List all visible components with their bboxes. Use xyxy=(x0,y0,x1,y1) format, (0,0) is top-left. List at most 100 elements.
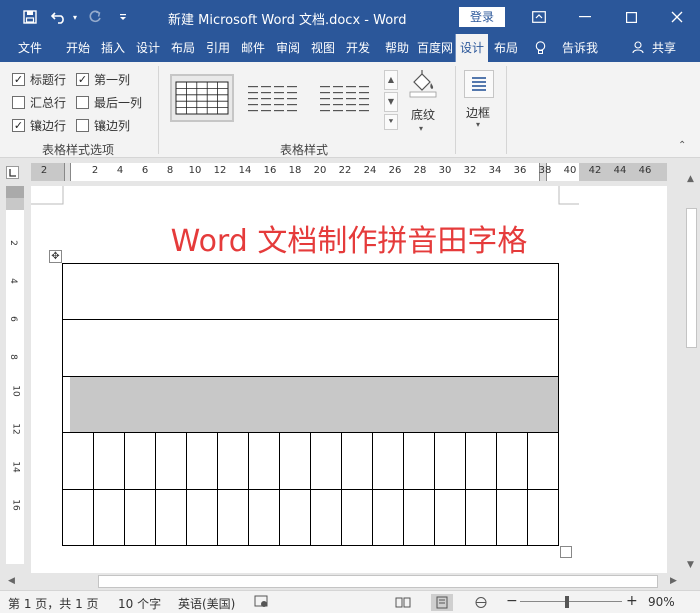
tab-review[interactable]: 审阅 xyxy=(271,34,305,62)
option-first-column[interactable]: ✓ 第一列 xyxy=(76,71,130,88)
undo-dropdown-icon[interactable]: ▾ xyxy=(70,0,80,34)
lightbulb-icon[interactable] xyxy=(532,34,548,62)
tab-mailings[interactable]: 邮件 xyxy=(236,34,270,62)
scroll-right-icon[interactable]: ▶ xyxy=(670,576,677,586)
save-icon[interactable] xyxy=(18,0,42,34)
word-count[interactable]: 10 个字 xyxy=(118,595,161,612)
ruler-label: 38 xyxy=(538,165,552,176)
table-style-grid-table[interactable] xyxy=(170,74,234,122)
tianzige-table[interactable] xyxy=(62,263,560,547)
shading-dropdown-icon[interactable]: ▾ xyxy=(419,124,423,133)
ribbon-display-options-icon[interactable] xyxy=(516,0,562,34)
login-button[interactable]: 登录 xyxy=(459,7,505,27)
ruler-label: 44 xyxy=(613,165,627,176)
share-button[interactable]: 共享 xyxy=(648,34,680,62)
table-resize-handle[interactable] xyxy=(560,546,572,558)
page-count[interactable]: 第 1 页，共 1 页 xyxy=(8,595,99,612)
minimize-icon[interactable] xyxy=(562,0,608,34)
tab-developer[interactable]: 开发 xyxy=(341,34,375,62)
vertical-scroll-thumb[interactable] xyxy=(686,208,697,348)
ruler-label: 24 xyxy=(363,165,377,176)
zoom-in-button[interactable]: + xyxy=(626,593,638,609)
option-header-row[interactable]: ✓ 标题行 xyxy=(12,71,66,88)
tab-view[interactable]: 视图 xyxy=(306,34,340,62)
vertical-ruler[interactable]: 2 4 6 8 10 12 14 16 xyxy=(6,186,24,564)
read-mode-icon[interactable] xyxy=(392,594,414,611)
shading-button[interactable]: 底纹 xyxy=(411,106,435,123)
ruler-label: 34 xyxy=(488,165,502,176)
share-user-icon[interactable] xyxy=(630,34,646,62)
ruler-label: 20 xyxy=(313,165,327,176)
tab-home[interactable]: 开始 xyxy=(60,34,96,62)
left-indent-marker[interactable] xyxy=(64,163,71,181)
shading-bucket-icon[interactable] xyxy=(406,68,440,98)
ruler-label: 32 xyxy=(463,165,477,176)
tab-table-design[interactable]: 设计 xyxy=(456,34,488,62)
ruler-label: 26 xyxy=(388,165,402,176)
ruler-label: 8 xyxy=(7,354,18,360)
checkbox-checked-icon[interactable]: ✓ xyxy=(12,119,25,132)
borders-dropdown-icon[interactable]: ▾ xyxy=(476,120,480,129)
horizontal-scroll-thumb[interactable] xyxy=(98,575,658,588)
borders-button[interactable]: 边框 xyxy=(466,104,490,121)
scroll-left-icon[interactable]: ◀ xyxy=(8,576,15,586)
option-label: 最后一列 xyxy=(94,96,143,110)
web-layout-icon[interactable] xyxy=(470,594,492,611)
gallery-more-icon[interactable]: ⯆ xyxy=(384,114,398,130)
maximize-icon[interactable] xyxy=(608,0,654,34)
tab-file[interactable]: 文件 xyxy=(8,34,52,62)
scroll-up-icon[interactable]: ▲ xyxy=(687,174,694,184)
table-move-handle-icon[interactable]: ✥ xyxy=(49,250,62,263)
top-margin-marker[interactable] xyxy=(6,186,24,198)
ruler-label: 28 xyxy=(413,165,427,176)
tab-baidu[interactable]: 百度网 xyxy=(416,34,454,62)
language-indicator[interactable]: 英语(美国) xyxy=(178,595,235,612)
tab-references[interactable]: 引用 xyxy=(201,34,235,62)
ruler-label: 22 xyxy=(338,165,352,176)
option-total-row[interactable]: 汇总行 xyxy=(12,94,66,111)
vertical-scrollbar[interactable]: ▲ ▼ xyxy=(683,158,700,573)
scroll-down-icon[interactable]: ▼ xyxy=(687,560,694,570)
tab-design[interactable]: 设计 xyxy=(131,34,165,62)
table-styles-group-label: 表格样式 xyxy=(280,143,329,157)
borders-icon[interactable] xyxy=(464,70,494,98)
customize-quick-access-icon[interactable] xyxy=(116,0,130,34)
zoom-slider[interactable] xyxy=(520,601,622,602)
group-separator xyxy=(158,66,159,154)
undo-icon[interactable] xyxy=(48,0,70,34)
tab-help[interactable]: 帮助 xyxy=(380,34,414,62)
checkbox-unchecked-icon[interactable] xyxy=(76,96,89,109)
table-style-light-table[interactable] xyxy=(314,74,378,122)
group-separator xyxy=(506,66,507,154)
horizontal-scrollbar[interactable]: ◀ ▶ xyxy=(0,573,700,590)
zoom-level[interactable]: 90% xyxy=(648,595,675,609)
option-banded-columns[interactable]: 镶边列 xyxy=(76,117,130,134)
tab-selector-icon[interactable] xyxy=(6,166,19,179)
option-last-column[interactable]: 最后一列 xyxy=(76,94,142,111)
document-page[interactable]: Word 文档制作拼音田字格 ✥ xyxy=(31,186,667,573)
horizontal-ruler[interactable]: 2 2 4 6 8 10 12 14 16 18 20 22 24 26 28 … xyxy=(31,163,667,181)
gallery-scroll-down-icon[interactable]: ▼ xyxy=(384,92,398,112)
tab-insert[interactable]: 插入 xyxy=(96,34,130,62)
tab-layout[interactable]: 布局 xyxy=(166,34,200,62)
zoom-out-button[interactable]: − xyxy=(506,593,518,609)
checkbox-unchecked-icon[interactable] xyxy=(76,119,89,132)
redo-icon[interactable] xyxy=(86,0,104,34)
collapse-ribbon-icon[interactable]: ⌃ xyxy=(678,140,686,151)
macro-record-icon[interactable] xyxy=(254,594,268,611)
option-banded-rows[interactable]: ✓ 镶边行 xyxy=(12,117,66,134)
checkbox-checked-icon[interactable]: ✓ xyxy=(76,73,89,86)
tell-me-box[interactable]: 告诉我 xyxy=(558,34,602,62)
close-icon[interactable] xyxy=(654,0,700,34)
print-layout-icon[interactable] xyxy=(431,594,453,611)
ruler-label: 16 xyxy=(263,165,277,176)
table-style-plain-table[interactable] xyxy=(242,74,306,122)
window-title: 新建 Microsoft Word 文档.docx - Word xyxy=(168,13,407,28)
tab-table-layout[interactable]: 布局 xyxy=(490,34,522,62)
margin-marks xyxy=(31,186,579,205)
checkbox-unchecked-icon[interactable] xyxy=(12,96,25,109)
gallery-scroll-up-icon[interactable]: ▲ xyxy=(384,70,398,90)
checkbox-checked-icon[interactable]: ✓ xyxy=(12,73,25,86)
zoom-slider-thumb[interactable] xyxy=(565,596,569,608)
document-heading[interactable]: Word 文档制作拼音田字格 xyxy=(31,216,667,260)
